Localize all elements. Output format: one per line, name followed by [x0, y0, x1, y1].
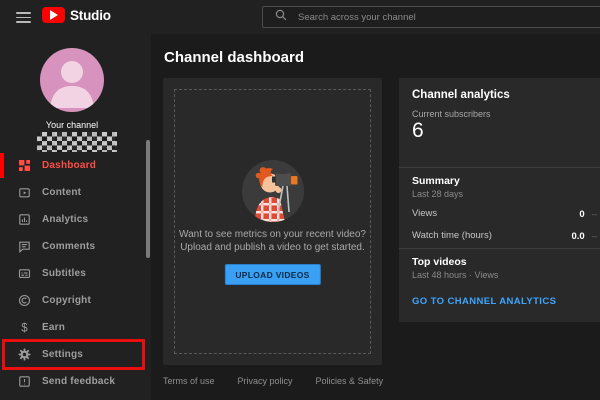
sidebar-item-label: Settings [42, 349, 84, 360]
analytics-icon [17, 213, 31, 227]
divider [399, 248, 600, 249]
search-bar[interactable] [262, 6, 600, 28]
analytics-card-title: Channel analytics [412, 89, 510, 101]
sidebar-item-label: Dashboard [42, 160, 97, 171]
main-content: Channel dashboard Want to see metrics on… [151, 34, 600, 400]
divider [399, 167, 600, 168]
summary-title: Summary [412, 175, 460, 187]
copyright-icon [17, 294, 31, 308]
empty-state-message: Want to see metrics on your recent video… [163, 228, 382, 254]
sidebar-item-comments[interactable]: Comments [0, 233, 151, 260]
current-subscribers-label: Current subscribers [412, 109, 491, 119]
feedback-icon [17, 375, 31, 389]
search-icon [275, 8, 287, 26]
brand-label: Studio [70, 7, 111, 23]
sidebar-item-label: Subtitles [42, 268, 87, 279]
sidebar-item-earn[interactable]: $ Earn [0, 314, 151, 341]
sidebar-item-label: Earn [42, 322, 66, 333]
hamburger-menu-icon[interactable] [16, 12, 31, 23]
policies-safety-link[interactable]: Policies & Safety [316, 376, 384, 386]
current-subscribers-value: 6 [412, 119, 424, 142]
channel-name-redacted [37, 132, 117, 152]
summary-period: Last 28 days [412, 189, 464, 199]
sidebar-item-content[interactable]: Content [0, 179, 151, 206]
go-to-channel-analytics-link[interactable]: GO TO CHANNEL ANALYTICS [412, 296, 556, 307]
svg-text:$: $ [21, 322, 28, 334]
watch-time-trend: – [591, 231, 597, 242]
cameraman-illustration [241, 160, 304, 222]
comments-icon [17, 240, 31, 254]
top-videos-period: Last 48 hours · Views [412, 270, 499, 280]
footer-links: Terms of use Privacy policy Policies & S… [163, 376, 383, 386]
sidebar-scrollbar[interactable] [146, 140, 150, 258]
youtube-play-icon [42, 7, 65, 23]
sidebar-item-label: Comments [42, 241, 96, 252]
gear-icon [17, 348, 31, 362]
empty-state-line2: Upload and publish a video to get starte… [180, 242, 365, 253]
watch-time-row: Watch time (hours) 0.0– [412, 226, 597, 244]
channel-avatar[interactable] [40, 48, 104, 112]
watch-time-value: 0.0 [571, 231, 585, 242]
sidebar-item-dashboard[interactable]: Dashboard [0, 152, 151, 179]
search-input[interactable] [298, 11, 600, 23]
sidebar-item-copyright[interactable]: Copyright [0, 287, 151, 314]
empty-state-line1: Want to see metrics on your recent video… [179, 229, 366, 240]
topbar: Studio [0, 0, 600, 34]
watch-time-label: Watch time (hours) [412, 229, 492, 241]
sidebar-item-label: Analytics [42, 214, 89, 225]
upload-videos-button[interactable]: UPLOAD VIDEOS [224, 264, 321, 285]
dashboard-icon [17, 159, 31, 173]
sidebar-menu: Dashboard Content Analytics Comments Sub… [0, 152, 151, 395]
sidebar-item-label: Copyright [42, 295, 92, 306]
upload-videos-card: Want to see metrics on your recent video… [163, 78, 382, 365]
sidebar: Your channel Dashboard Content Analytics… [0, 34, 151, 400]
content-icon [17, 186, 31, 200]
views-trend: – [591, 209, 597, 220]
terms-of-use-link[interactable]: Terms of use [163, 376, 215, 386]
sidebar-item-settings[interactable]: Settings [0, 341, 151, 368]
views-value: 0 [579, 209, 585, 220]
youtube-studio-logo[interactable]: Studio [42, 7, 111, 23]
page-title: Channel dashboard [164, 49, 305, 66]
sidebar-item-label: Send feedback [42, 376, 116, 387]
sidebar-item-label: Content [42, 187, 82, 198]
earn-dollar-icon: $ [17, 321, 31, 335]
sidebar-item-subtitles[interactable]: Subtitles [0, 260, 151, 287]
views-label: Views [412, 207, 438, 219]
your-channel-label: Your channel [45, 120, 99, 130]
top-videos-title: Top videos [412, 256, 467, 268]
sidebar-item-send-feedback[interactable]: Send feedback [0, 368, 151, 395]
privacy-policy-link[interactable]: Privacy policy [238, 376, 293, 386]
channel-analytics-card: Channel analytics Current subscribers 6 … [399, 78, 600, 322]
views-row: Views 0– [412, 204, 597, 222]
sidebar-item-analytics[interactable]: Analytics [0, 206, 151, 233]
subtitles-icon [17, 267, 31, 281]
